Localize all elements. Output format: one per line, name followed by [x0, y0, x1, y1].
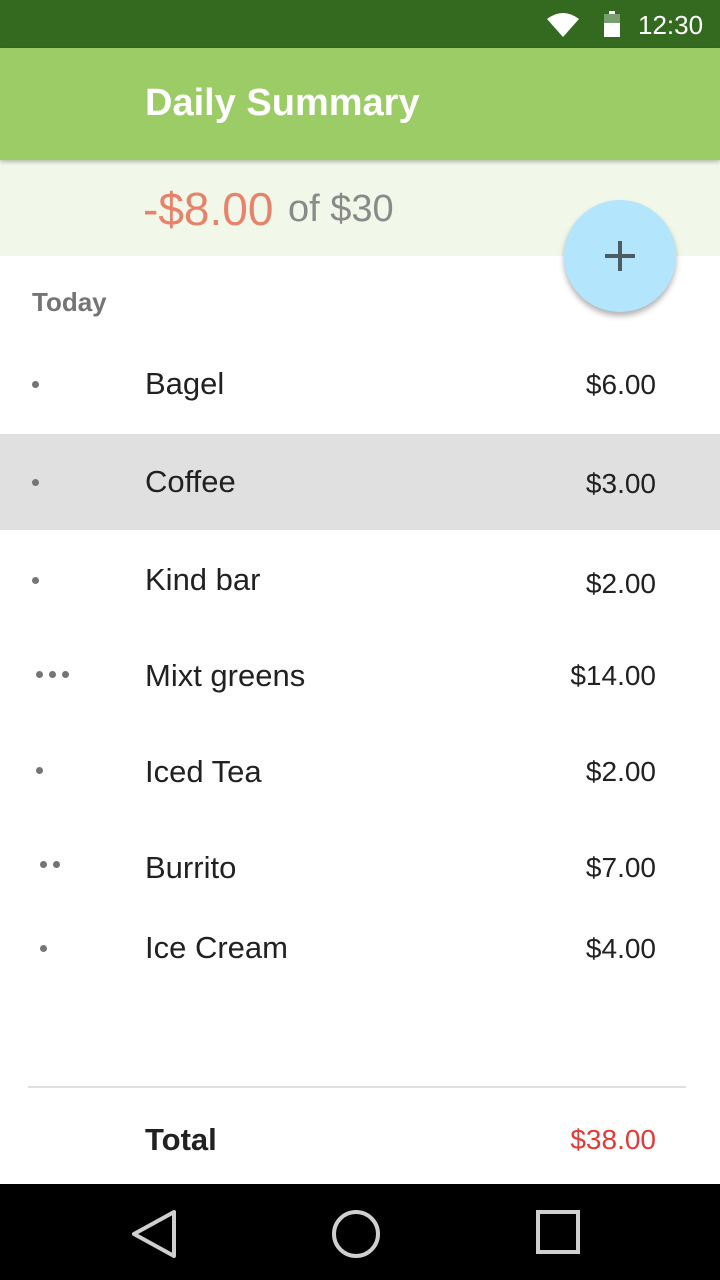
quantity-dot: [36, 766, 43, 774]
quantity-dots: [40, 900, 53, 996]
app-bar: Daily Summary: [0, 48, 720, 160]
list-item[interactable]: Bagel $6.00: [0, 336, 720, 432]
navigation-bar: [0, 1184, 720, 1280]
item-name: Ice Cream: [145, 930, 288, 965]
item-name: Burrito: [145, 850, 237, 885]
list-item[interactable]: Iced Tea $2.00: [0, 722, 720, 818]
status-time: 12:30: [638, 10, 704, 40]
total-label: Total: [145, 1122, 217, 1157]
item-name: Mixt greens: [145, 658, 306, 693]
quantity-dots: [40, 816, 66, 912]
quantity-dots: [32, 434, 45, 530]
budget-limit: of $30: [288, 188, 394, 230]
quantity-dot: [36, 670, 43, 678]
item-amount: $14.00: [570, 660, 656, 691]
item-amount: $2.00: [585, 756, 656, 787]
back-icon[interactable]: [128, 1208, 180, 1260]
home-icon[interactable]: [330, 1208, 382, 1260]
total-divider: [28, 1086, 686, 1088]
total-value: $38.00: [570, 1124, 656, 1155]
quantity-dot: [32, 478, 39, 486]
list-item[interactable]: Ice Cream $4.00: [0, 900, 720, 996]
battery-icon: [604, 11, 620, 37]
item-name: Kind bar: [145, 562, 261, 597]
item-name: Iced Tea: [145, 754, 262, 789]
section-header-today: Today: [32, 287, 107, 317]
wifi-icon: [547, 13, 579, 37]
item-amount: $3.00: [585, 468, 656, 499]
quantity-dot: [40, 944, 47, 952]
spent-amount: -$8.00: [143, 183, 274, 235]
quantity-dots: [32, 532, 45, 628]
add-item-button[interactable]: [564, 200, 676, 312]
status-bar: 12:30: [0, 0, 720, 48]
quantity-dots: [32, 336, 45, 432]
quantity-dot: [53, 860, 60, 868]
quantity-dot: [32, 380, 39, 388]
list-item[interactable]: Kind bar $2.00: [0, 532, 720, 628]
quantity-dots: [36, 722, 49, 818]
quantity-dots: [36, 626, 75, 722]
quantity-dot: [40, 860, 47, 868]
quantity-dot: [62, 670, 69, 678]
item-name: Bagel: [145, 366, 225, 401]
item-amount: $7.00: [585, 852, 656, 883]
quantity-dot: [32, 576, 39, 584]
list-item[interactable]: Burrito $7.00: [0, 816, 720, 912]
item-name: Coffee: [145, 464, 236, 499]
page-title: Daily Summary: [145, 82, 420, 124]
list-item[interactable]: Coffee $3.00: [0, 434, 720, 530]
item-amount: $4.00: [585, 933, 656, 964]
item-amount: $2.00: [585, 568, 656, 599]
recents-icon[interactable]: [534, 1208, 586, 1260]
list-item[interactable]: Mixt greens $14.00: [0, 626, 720, 722]
quantity-dot: [49, 670, 56, 678]
item-amount: $6.00: [585, 369, 656, 400]
